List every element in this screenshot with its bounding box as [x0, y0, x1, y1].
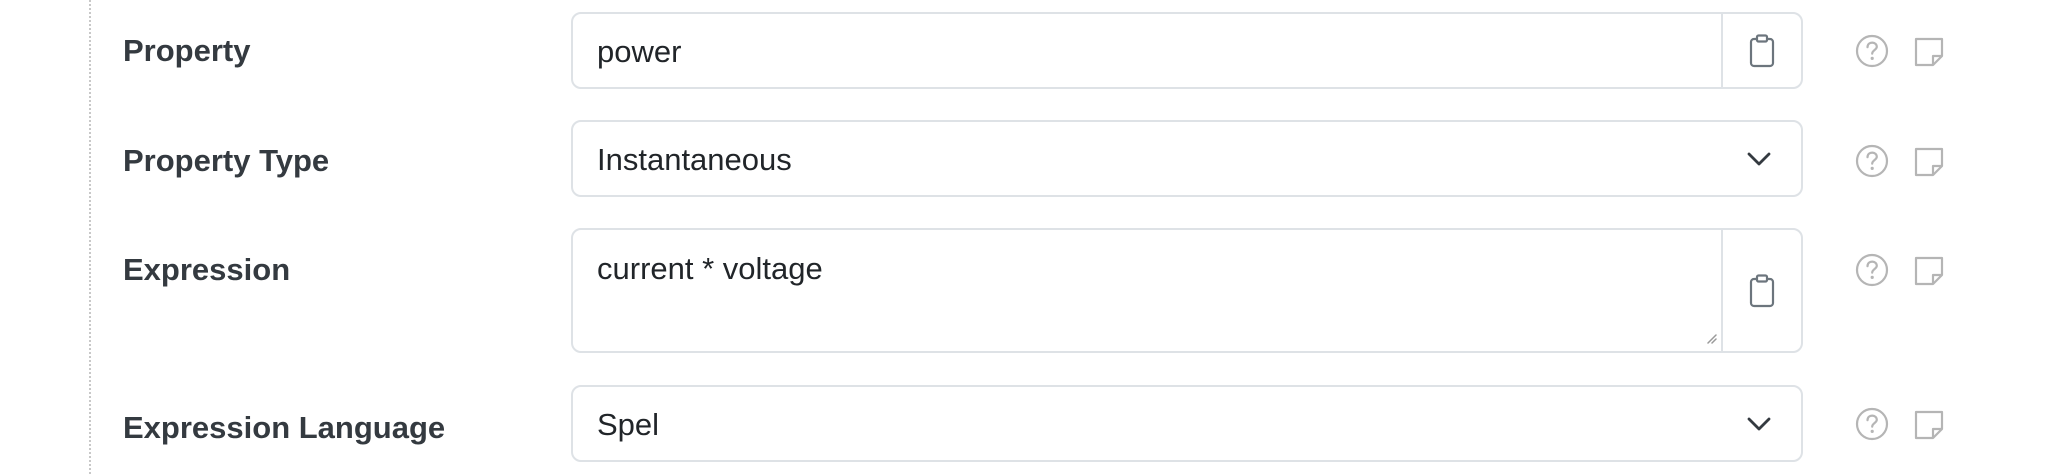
- property-value: power: [597, 34, 682, 69]
- expression-value: current * voltage: [597, 251, 823, 286]
- sticky-note-icon[interactable]: [1913, 255, 1945, 287]
- sticky-note-icon[interactable]: [1913, 36, 1945, 68]
- help-circle-icon[interactable]: [1855, 144, 1889, 178]
- expression-language-select[interactable]: Spel: [571, 385, 1803, 462]
- expression-label: Expression: [123, 252, 291, 287]
- expression-language-value: Spel: [597, 407, 660, 442]
- sticky-note-icon[interactable]: [1913, 409, 1945, 441]
- help-circle-icon[interactable]: [1855, 407, 1889, 441]
- resize-handle-icon[interactable]: [1705, 331, 1717, 349]
- property-input[interactable]: power: [571, 12, 1803, 89]
- form-row-expression-language: Expression Language Spel: [0, 380, 2048, 474]
- form-row-expression: Expression current * voltage: [0, 220, 2048, 380]
- property-copy-button[interactable]: [1721, 14, 1801, 87]
- sticky-note-icon[interactable]: [1913, 146, 1945, 178]
- form-row-property: Property power: [0, 0, 2048, 110]
- help-circle-icon[interactable]: [1855, 34, 1889, 68]
- expression-language-label: Expression Language: [123, 410, 446, 445]
- form-row-property-type: Property Type Instantaneous: [0, 110, 2048, 220]
- property-form: Property power Property Type Instantaneo…: [0, 0, 2048, 474]
- clipboard-icon: [1749, 273, 1775, 308]
- expression-textarea[interactable]: current * voltage: [571, 228, 1803, 353]
- property-type-value: Instantaneous: [597, 142, 792, 177]
- chevron-down-icon: [1747, 151, 1771, 167]
- chevron-down-icon: [1747, 416, 1771, 432]
- property-label: Property: [123, 33, 251, 68]
- clipboard-icon: [1749, 33, 1775, 68]
- property-type-select[interactable]: Instantaneous: [571, 120, 1803, 197]
- property-type-label: Property Type: [123, 143, 330, 178]
- expression-copy-button[interactable]: [1721, 230, 1801, 351]
- help-circle-icon[interactable]: [1855, 253, 1889, 287]
